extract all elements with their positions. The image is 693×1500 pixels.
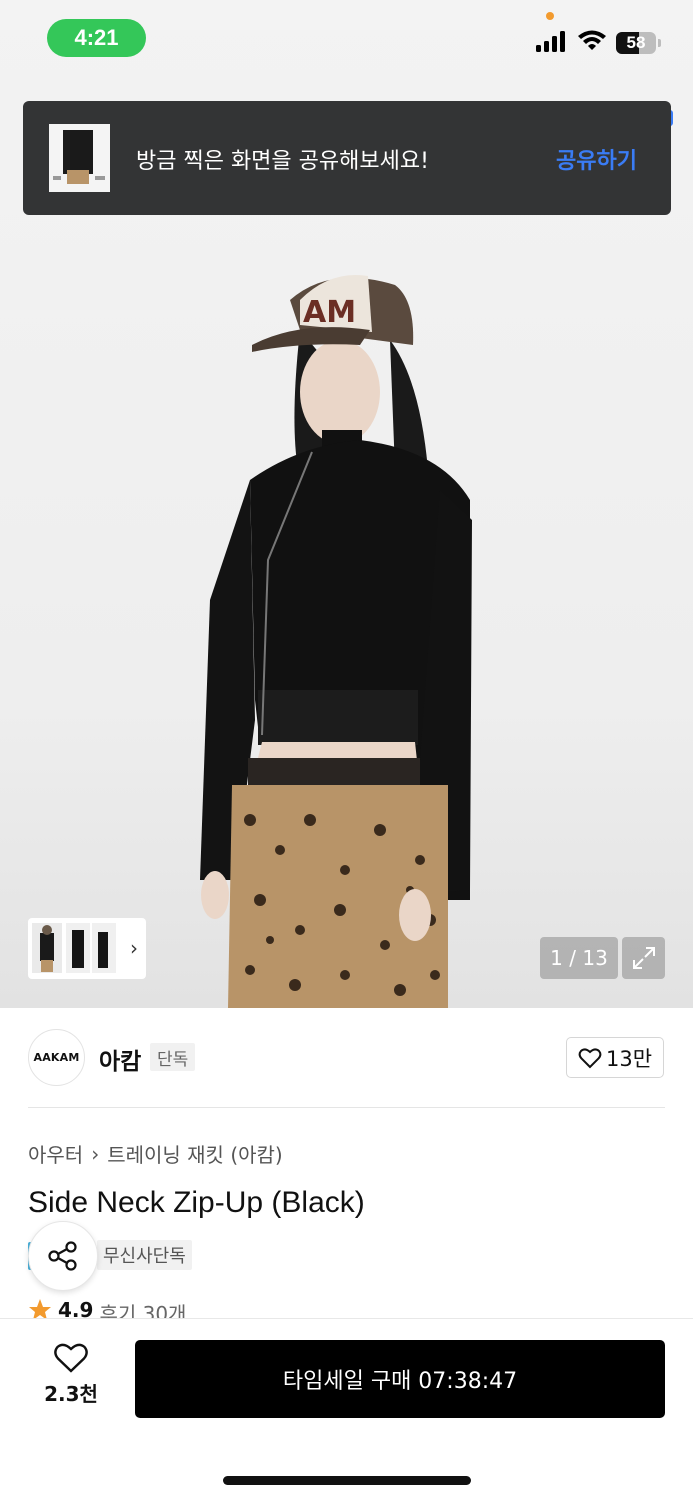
battery-icon: 58 (616, 32, 656, 54)
share-now-button[interactable]: 공유하기 (556, 143, 637, 175)
musinsa-exclusive-tag: 무신사단독 (97, 1240, 192, 1270)
brand-name[interactable]: 아캄 (99, 1042, 141, 1076)
thumbnail-strip[interactable]: › (28, 918, 146, 979)
rating-score: 4.9 (58, 1298, 94, 1318)
battery-level: 58 (626, 33, 646, 52)
heart-icon (54, 1343, 88, 1373)
share-button[interactable] (28, 1221, 98, 1291)
review-count[interactable]: 후기 30개 (99, 1298, 186, 1318)
wishlist-button[interactable]: 2.3천 (30, 1342, 112, 1417)
status-time: 4:21 (47, 19, 146, 57)
chevron-right-icon: › (91, 1141, 100, 1166)
battery-tip (658, 39, 661, 47)
toast-message: 방금 찍은 화면을 공유해보세요! (136, 149, 429, 174)
brand-logo[interactable]: AAKAM (28, 1029, 85, 1086)
signal-icon (536, 30, 568, 52)
chevron-right-icon: › (130, 936, 138, 960)
star-icon (29, 1299, 51, 1318)
svg-text:AM: AM (303, 295, 356, 330)
heart-icon (578, 1048, 602, 1068)
brand-like-button[interactable]: 13만 (566, 1037, 664, 1078)
buy-button[interactable]: 타임세일 구매 07:38:47 (135, 1340, 665, 1418)
share-icon (48, 1241, 77, 1271)
breadcrumb: 아우터 › 트레이닝 재킷 (아캄) (28, 1139, 283, 1168)
fullscreen-button[interactable] (622, 937, 665, 979)
expand-icon (632, 947, 655, 969)
wishlist-count: 2.3천 (44, 1382, 98, 1406)
privacy-indicator (546, 12, 554, 20)
breadcrumb-category[interactable]: 아우터 (28, 1139, 83, 1168)
breadcrumb-subcategory[interactable]: 트레이닝 재킷 (아캄) (107, 1139, 283, 1168)
divider (28, 1107, 665, 1108)
rating-row[interactable]: 4.9 후기 30개 (28, 1298, 186, 1318)
brand-like-count: 13만 (605, 1046, 653, 1071)
exclusive-badge: 단독 (150, 1043, 196, 1071)
share-toast: 방금 찍은 화면을 공유해보세요! 공유하기 (23, 101, 671, 215)
wifi-icon (578, 30, 606, 50)
home-indicator[interactable] (223, 1476, 471, 1485)
product-title: Side Neck Zip-Up (Black) (28, 1186, 365, 1219)
thumbnail-images (32, 923, 116, 973)
screenshot-thumbnail[interactable] (49, 124, 110, 192)
image-counter: 1 / 13 (540, 937, 618, 979)
